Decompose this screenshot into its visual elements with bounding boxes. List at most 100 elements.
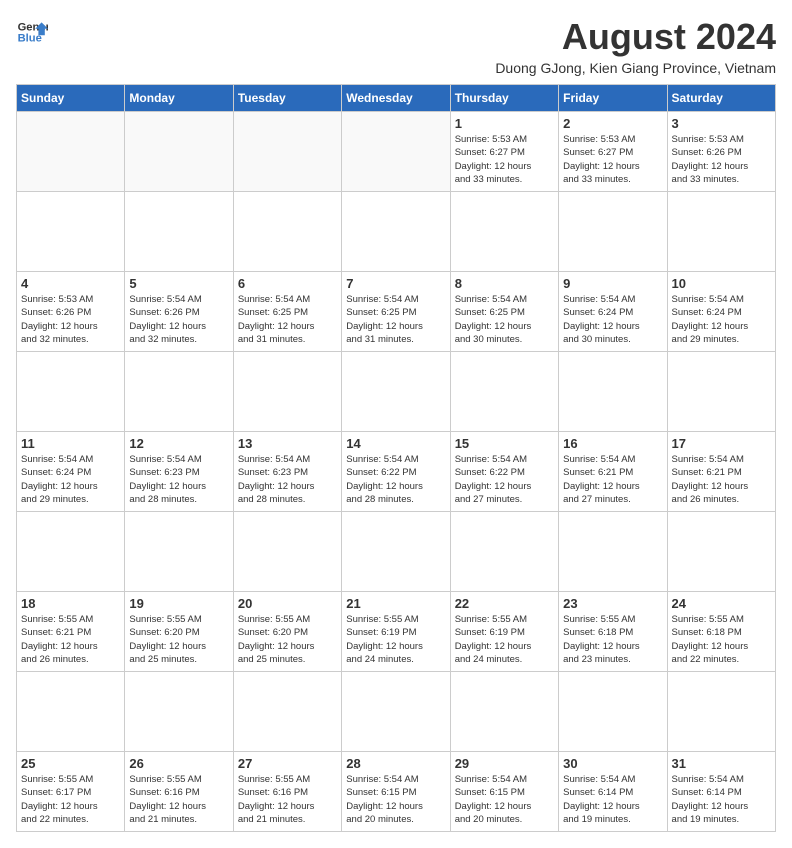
separator-cell (233, 352, 341, 432)
day-number: 27 (238, 756, 337, 771)
day-info: Sunrise: 5:55 AM Sunset: 6:18 PM Dayligh… (672, 613, 771, 666)
separator-cell (125, 352, 233, 432)
day-info: Sunrise: 5:53 AM Sunset: 6:26 PM Dayligh… (672, 133, 771, 186)
day-info: Sunrise: 5:54 AM Sunset: 6:14 PM Dayligh… (672, 773, 771, 826)
day-info: Sunrise: 5:55 AM Sunset: 6:21 PM Dayligh… (21, 613, 120, 666)
day-info: Sunrise: 5:54 AM Sunset: 6:25 PM Dayligh… (455, 293, 554, 346)
day-cell: 23Sunrise: 5:55 AM Sunset: 6:18 PM Dayli… (559, 592, 667, 672)
day-info: Sunrise: 5:53 AM Sunset: 6:26 PM Dayligh… (21, 293, 120, 346)
day-number: 20 (238, 596, 337, 611)
separator-cell (450, 512, 558, 592)
day-number: 13 (238, 436, 337, 451)
week-row-3: 18 Sunrise: 5:55 AM Sunset: 6:21 PM Dayli… (17, 592, 776, 672)
day-cell (17, 112, 125, 192)
day-cell: 5Sunrise: 5:54 AM Sunset: 6:26 PM Daylig… (125, 272, 233, 352)
day-cell: 4Sunrise: 5:53 AM Sunset: 6:26 PM Daylig… (17, 272, 125, 352)
separator-cell (342, 672, 450, 752)
day-cell: 31 Sunrise: 5:54 AM Sunset: 6:14 PM Dayli… (667, 752, 775, 832)
day-cell (342, 112, 450, 192)
day-cell: 22Sunrise: 5:55 AM Sunset: 6:19 PM Dayli… (450, 592, 558, 672)
day-info: Sunrise: 5:54 AM Sunset: 6:15 PM Dayligh… (455, 773, 554, 826)
separator-cell (667, 512, 775, 592)
header-day-tuesday: Tuesday (233, 85, 341, 112)
separator-cell (125, 512, 233, 592)
day-cell: 20 Sunrise: 5:55 AM Sunset: 6:20 PM Dayli… (233, 592, 341, 672)
week-row-0: 1Sunrise: 5:53 AM Sunset: 6:27 PM Daylig… (17, 112, 776, 192)
day-info: Sunrise: 5:55 AM Sunset: 6:20 PM Dayligh… (238, 613, 337, 666)
day-number: 9 (563, 276, 662, 291)
separator-cell (125, 192, 233, 272)
header: General Blue August 2024 Duong GJong, Ki… (16, 16, 776, 76)
separator-cell (559, 192, 667, 272)
subtitle: Duong GJong, Kien Giang Province, Vietna… (495, 60, 776, 76)
day-cell: 24Sunrise: 5:55 AM Sunset: 6:18 PM Dayli… (667, 592, 775, 672)
separator-cell (559, 672, 667, 752)
header-day-wednesday: Wednesday (342, 85, 450, 112)
day-info: Sunrise: 5:55 AM Sunset: 6:16 PM Dayligh… (238, 773, 337, 826)
day-cell: 30Sunrise: 5:54 AM Sunset: 6:14 PM Dayli… (559, 752, 667, 832)
day-info: Sunrise: 5:53 AM Sunset: 6:27 PM Dayligh… (563, 133, 662, 186)
header-day-friday: Friday (559, 85, 667, 112)
day-info: Sunrise: 5:54 AM Sunset: 6:25 PM Dayligh… (238, 293, 337, 346)
day-cell: 29 Sunrise: 5:54 AM Sunset: 6:15 PM Dayli… (450, 752, 558, 832)
day-info: Sunrise: 5:54 AM Sunset: 6:22 PM Dayligh… (346, 453, 445, 506)
day-number: 5 (129, 276, 228, 291)
day-number: 16 (563, 436, 662, 451)
day-cell: 26Sunrise: 5:55 AM Sunset: 6:16 PM Dayli… (125, 752, 233, 832)
day-number: 8 (455, 276, 554, 291)
day-number: 26 (129, 756, 228, 771)
week-row-2: 11Sunrise: 5:54 AM Sunset: 6:24 PM Dayli… (17, 432, 776, 512)
header-day-sunday: Sunday (17, 85, 125, 112)
day-cell: 1Sunrise: 5:53 AM Sunset: 6:27 PM Daylig… (450, 112, 558, 192)
separator-cell (342, 512, 450, 592)
day-number: 31 (672, 756, 771, 771)
day-number: 19 (129, 596, 228, 611)
day-cell: 9Sunrise: 5:54 AM Sunset: 6:24 PM Daylig… (559, 272, 667, 352)
day-info: Sunrise: 5:54 AM Sunset: 6:24 PM Dayligh… (672, 293, 771, 346)
day-number: 23 (563, 596, 662, 611)
separator-cell (17, 512, 125, 592)
day-cell: 19Sunrise: 5:55 AM Sunset: 6:20 PM Dayli… (125, 592, 233, 672)
separator-cell (667, 672, 775, 752)
day-number: 17 (672, 436, 771, 451)
header-row: SundayMondayTuesdayWednesdayThursdayFrid… (17, 85, 776, 112)
day-info: Sunrise: 5:54 AM Sunset: 6:22 PM Dayligh… (455, 453, 554, 506)
day-cell: 10Sunrise: 5:54 AM Sunset: 6:24 PM Dayli… (667, 272, 775, 352)
day-cell: 21 Sunrise: 5:55 AM Sunset: 6:19 PM Dayli… (342, 592, 450, 672)
day-cell: 2Sunrise: 5:53 AM Sunset: 6:27 PM Daylig… (559, 112, 667, 192)
day-info: Sunrise: 5:54 AM Sunset: 6:21 PM Dayligh… (563, 453, 662, 506)
day-info: Sunrise: 5:54 AM Sunset: 6:23 PM Dayligh… (129, 453, 228, 506)
separator-cell (233, 672, 341, 752)
separator-cell (667, 352, 775, 432)
day-info: Sunrise: 5:53 AM Sunset: 6:27 PM Dayligh… (455, 133, 554, 186)
day-number: 7 (346, 276, 445, 291)
separator-cell (559, 352, 667, 432)
title-area: August 2024 Duong GJong, Kien Giang Prov… (495, 16, 776, 76)
day-info: Sunrise: 5:54 AM Sunset: 6:14 PM Dayligh… (563, 773, 662, 826)
separator-cell (667, 192, 775, 272)
day-cell: 16 Sunrise: 5:54 AM Sunset: 6:21 PM Dayli… (559, 432, 667, 512)
day-number: 3 (672, 116, 771, 131)
day-number: 15 (455, 436, 554, 451)
header-day-thursday: Thursday (450, 85, 558, 112)
day-cell: 6Sunrise: 5:54 AM Sunset: 6:25 PM Daylig… (233, 272, 341, 352)
day-info: Sunrise: 5:55 AM Sunset: 6:19 PM Dayligh… (455, 613, 554, 666)
day-cell: 8 Sunrise: 5:54 AM Sunset: 6:25 PM Daylig… (450, 272, 558, 352)
day-cell: 7Sunrise: 5:54 AM Sunset: 6:25 PM Daylig… (342, 272, 450, 352)
separator-cell (233, 192, 341, 272)
day-info: Sunrise: 5:54 AM Sunset: 6:24 PM Dayligh… (21, 453, 120, 506)
day-number: 25 (21, 756, 120, 771)
day-cell: 14Sunrise: 5:54 AM Sunset: 6:22 PM Dayli… (342, 432, 450, 512)
day-cell: 13Sunrise: 5:54 AM Sunset: 6:23 PM Dayli… (233, 432, 341, 512)
separator-cell (17, 672, 125, 752)
day-number: 18 (21, 596, 120, 611)
separator-cell (559, 512, 667, 592)
day-info: Sunrise: 5:55 AM Sunset: 6:17 PM Dayligh… (21, 773, 120, 826)
separator-cell (233, 512, 341, 592)
separator-cell (342, 192, 450, 272)
day-number: 21 (346, 596, 445, 611)
day-number: 29 (455, 756, 554, 771)
day-info: Sunrise: 5:55 AM Sunset: 6:19 PM Dayligh… (346, 613, 445, 666)
day-info: Sunrise: 5:54 AM Sunset: 6:15 PM Dayligh… (346, 773, 445, 826)
day-info: Sunrise: 5:54 AM Sunset: 6:21 PM Dayligh… (672, 453, 771, 506)
